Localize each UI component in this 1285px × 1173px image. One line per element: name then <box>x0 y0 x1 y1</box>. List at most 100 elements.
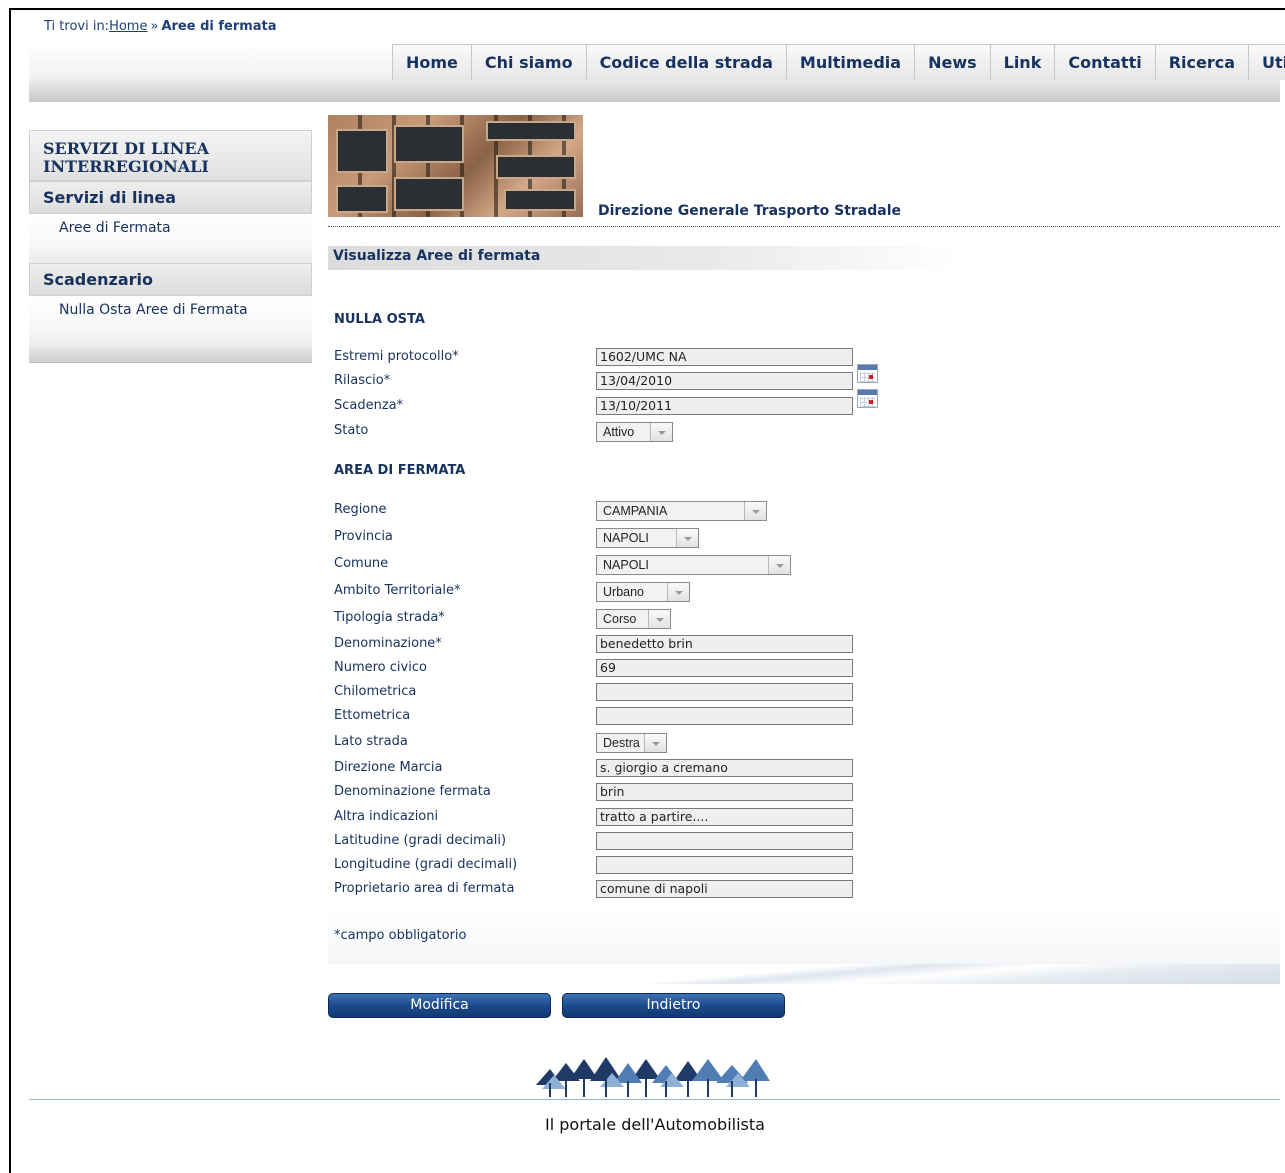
stato-select[interactable]: Attivo <box>596 422 673 442</box>
banner-window <box>336 129 388 173</box>
indietro-button[interactable]: Indietro <box>562 993 785 1018</box>
chilometrica-input[interactable] <box>596 683 853 701</box>
breadcrumb-separator: » <box>150 19 159 34</box>
label: Regione <box>334 502 387 517</box>
divider <box>328 226 1280 227</box>
field-rilascio: Rilascio* 13/04/2010 <box>334 364 1234 392</box>
footer-divider <box>29 1099 1280 1100</box>
nav-chi-siamo[interactable]: Chi siamo <box>470 45 586 80</box>
field-proprietario: Proprietario area di fermata comune di n… <box>334 880 1234 900</box>
field-comune: Comune NAPOLI <box>334 555 1234 575</box>
nav-link[interactable]: Link <box>989 45 1055 80</box>
label: Chilometrica <box>334 684 417 699</box>
footer-text: Il portale dell'Automobilista <box>545 1115 765 1134</box>
field-longitudine: Longitudine (gradi decimali) <box>334 856 1234 876</box>
label: Denominazione fermata <box>334 784 491 799</box>
label: Provincia <box>334 529 393 544</box>
label: Scadenza* <box>334 398 404 413</box>
tipologia-select[interactable]: Corso <box>596 609 671 629</box>
section-title: Visualizza Aree di fermata <box>328 246 958 270</box>
label: Lato strada <box>334 734 408 749</box>
field-provincia: Provincia NAPOLI <box>334 528 1234 548</box>
regione-select[interactable]: CAMPANIA <box>596 501 767 521</box>
lato-strada-select[interactable]: Destra <box>596 733 667 753</box>
field-ettometrica: Ettometrica <box>334 707 1234 727</box>
label: Rilascio* <box>334 373 391 388</box>
label: Latitudine (gradi decimali) <box>334 833 507 848</box>
label: Stato <box>334 423 369 438</box>
label: Longitudine (gradi decimali) <box>334 857 518 872</box>
calendar-icon[interactable] <box>857 364 878 383</box>
proprietario-input[interactable]: comune di napoli <box>596 880 853 898</box>
field-denominazione: Denominazione* benedetto brin <box>334 635 1234 655</box>
breadcrumb-current: Aree di fermata <box>161 19 277 34</box>
group-area-di-fermata: AREA DI FERMATA <box>334 463 466 478</box>
label: Denominazione* <box>334 636 442 651</box>
chevron-down-icon <box>648 610 670 628</box>
denominazione-fermata-input[interactable]: brin <box>596 783 853 801</box>
header-banner-image <box>328 115 583 217</box>
stato-value: Attivo <box>603 425 635 439</box>
ambito-select[interactable]: Urbano <box>596 582 690 602</box>
nav-codice-della-strada[interactable]: Codice della strada <box>585 45 786 80</box>
field-tipologia-strada: Tipologia strada* Corso <box>334 609 1234 629</box>
ambito-value: Urbano <box>603 585 644 599</box>
field-chilometrica: Chilometrica <box>334 683 1234 703</box>
chevron-down-icon <box>667 583 689 601</box>
modifica-button[interactable]: Modifica <box>328 993 551 1018</box>
scadenza-input[interactable]: 13/10/2011 <box>596 397 853 415</box>
field-numero-civico: Numero civico 69 <box>334 659 1234 679</box>
nav-contatti[interactable]: Contatti <box>1054 45 1155 80</box>
group-nulla-osta: NULLA OSTA <box>334 312 425 327</box>
provincia-value: NAPOLI <box>603 531 649 545</box>
sidebar-footer <box>29 347 312 363</box>
sidebar-item-nulla-osta[interactable]: Nulla Osta Aree di Fermata <box>29 296 312 347</box>
chevron-down-icon <box>676 529 698 547</box>
banner-window <box>336 185 388 213</box>
numero-civico-input[interactable]: 69 <box>596 659 853 677</box>
provincia-select[interactable]: NAPOLI <box>596 528 699 548</box>
field-ambito-territoriale: Ambito Territoriale* Urbano <box>334 582 1234 602</box>
estremi-protocollo-input[interactable]: 1602/UMC NA <box>596 348 853 366</box>
banner-window <box>504 189 576 211</box>
banner-window <box>496 155 576 179</box>
sidebar-item-aree-di-fermata[interactable]: Aree di Fermata <box>29 214 312 263</box>
longitudine-input[interactable] <box>596 856 853 874</box>
denominazione-input[interactable]: benedetto brin <box>596 635 853 653</box>
breadcrumb-prefix: Ti trovi in: <box>44 19 110 34</box>
banner-window <box>394 177 464 211</box>
nav-home[interactable]: Home <box>392 45 471 80</box>
chevron-down-icon <box>768 556 790 574</box>
sidebar-section-scadenzario[interactable]: Scadenzario <box>29 263 312 296</box>
label: Direzione Marcia <box>334 760 443 775</box>
banner-window <box>394 125 464 163</box>
comune-select[interactable]: NAPOLI <box>596 555 791 575</box>
decorative-swoosh <box>328 964 1280 984</box>
ettometrica-input[interactable] <box>596 707 853 725</box>
nav-multimedia[interactable]: Multimedia <box>785 45 915 80</box>
chevron-down-icon <box>744 502 766 520</box>
lato-strada-value: Destra <box>603 736 640 750</box>
sidebar-heading: SERVIZI DI LINEA INTERREGIONALI <box>29 130 312 181</box>
label: Altra indicazioni <box>334 809 439 824</box>
nav-ricerca[interactable]: Ricerca <box>1154 45 1249 80</box>
sidebar-section-servizi-di-linea[interactable]: Servizi di linea <box>29 181 312 214</box>
field-regione: Regione CAMPANIA <box>334 501 1234 521</box>
calendar-icon[interactable] <box>857 389 878 408</box>
tipologia-value: Corso <box>603 612 637 626</box>
trees-logo-icon <box>536 1057 770 1097</box>
field-lato-strada: Lato strada Destra <box>334 733 1234 753</box>
rilascio-input[interactable]: 13/04/2010 <box>596 372 853 390</box>
altra-indicazioni-input[interactable]: tratto a partire.... <box>596 808 853 826</box>
nav-news[interactable]: News <box>914 45 990 80</box>
direzione-marcia-input[interactable]: s. giorgio a cremano <box>596 759 853 777</box>
nav-utilita[interactable]: Utilità <box>1248 45 1285 80</box>
field-denominazione-fermata: Denominazione fermata brin <box>334 783 1234 803</box>
sidebar: SERVIZI DI LINEA INTERREGIONALI Servizi … <box>29 130 312 363</box>
latitudine-input[interactable] <box>596 832 853 850</box>
chevron-down-icon <box>644 734 666 752</box>
field-scadenza: Scadenza* 13/10/2011 <box>334 389 1234 417</box>
label: Tipologia strada* <box>334 610 445 625</box>
required-note: *campo obbligatorio <box>328 906 1280 966</box>
breadcrumb-home-link[interactable]: Home <box>109 19 147 34</box>
